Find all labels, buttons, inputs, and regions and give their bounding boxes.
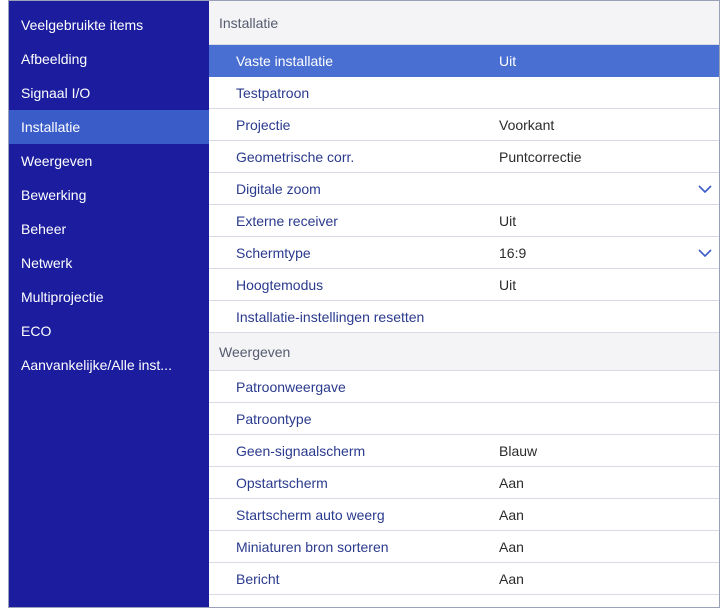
sidebar-item-installatie[interactable]: Installatie [9, 110, 209, 144]
sidebar-item-eco[interactable]: ECO [9, 314, 209, 348]
setting-label: Geometrische corr. [236, 149, 355, 165]
sidebar-item-afbeelding[interactable]: Afbeelding [9, 42, 209, 76]
sidebar-item-netwerk[interactable]: Netwerk [9, 246, 209, 280]
setting-row-vaste-installatie[interactable]: Vaste installatie Uit [209, 45, 719, 77]
sidebar: Veelgebruikte items Afbeelding Signaal I… [9, 1, 209, 607]
sidebar-item-bewerking[interactable]: Bewerking [9, 178, 209, 212]
setting-row-hoogtemodus[interactable]: Hoogtemodus Uit [209, 269, 719, 301]
setting-value: Uit [499, 277, 517, 293]
setting-value: Puntcorrectie [499, 149, 582, 165]
sidebar-item-multiprojectie[interactable]: Multiprojectie [9, 280, 209, 314]
setting-label: Vaste installatie [236, 53, 334, 69]
setting-row-installatie-instellingen-resetten[interactable]: Installatie-instellingen resetten [209, 301, 719, 333]
sidebar-item-weergeven[interactable]: Weergeven [9, 144, 209, 178]
setting-label: Schermtype [236, 245, 311, 261]
setting-row-opstartscherm[interactable]: Opstartscherm Aan [209, 467, 719, 499]
setting-label: Startscherm auto weerg [236, 507, 385, 523]
setting-label: Externe receiver [236, 213, 338, 229]
setting-label: Testpatroon [236, 85, 310, 101]
setting-row-digitale-zoom[interactable]: Digitale zoom [209, 173, 719, 205]
setting-label: Miniaturen bron sorteren [236, 539, 389, 555]
setting-label: Geen-signaalscherm [236, 443, 366, 459]
setting-value: Aan [499, 539, 524, 555]
setting-value: Uit [499, 53, 517, 69]
setting-label: Patroontype [236, 411, 312, 427]
setting-row-geometrische-corr[interactable]: Geometrische corr. Puntcorrectie [209, 141, 719, 173]
setting-label: Patroonweergave [236, 379, 346, 395]
setting-value: Aan [499, 507, 524, 523]
setting-value: Aan [499, 475, 524, 491]
sidebar-item-veelgebruikte-items[interactable]: Veelgebruikte items [9, 8, 209, 42]
setting-row-testpatroon[interactable]: Testpatroon [209, 77, 719, 109]
setting-value: Voorkant [499, 117, 555, 133]
setting-label: Projectie [236, 117, 291, 133]
setting-row-miniaturen-bron-sorteren[interactable]: Miniaturen bron sorteren Aan [209, 531, 719, 563]
setting-row-schermtype[interactable]: Schermtype 16:9 [209, 237, 719, 269]
sidebar-item-signaal-io[interactable]: Signaal I/O [9, 76, 209, 110]
setting-row-startscherm-auto-weerg[interactable]: Startscherm auto weerg Aan [209, 499, 719, 531]
setting-value: Aan [499, 571, 524, 587]
setting-row-patroonweergave[interactable]: Patroonweergave [209, 371, 719, 403]
settings-panel: Installatie Vaste installatie Uit Testpa… [209, 1, 719, 607]
setting-value: Uit [499, 213, 517, 229]
setting-label: Digitale zoom [236, 181, 321, 197]
section-header-weergeven: Weergeven [209, 333, 719, 371]
setting-label: Bericht [236, 571, 280, 587]
setting-row-projectie[interactable]: Projectie Voorkant [209, 109, 719, 141]
settings-window: Veelgebruikte items Afbeelding Signaal I… [8, 0, 720, 608]
sidebar-item-aanvankelijke-alle-instellingen[interactable]: Aanvankelijke/Alle inst... [9, 348, 209, 382]
section-header-installatie: Installatie [209, 1, 719, 45]
setting-value: 16:9 [499, 245, 527, 261]
setting-row-geen-signaalscherm[interactable]: Geen-signaalscherm Blauw [209, 435, 719, 467]
setting-label: Hoogtemodus [236, 277, 324, 293]
setting-label: Installatie-instellingen resetten [236, 309, 425, 325]
setting-label: Opstartscherm [236, 475, 328, 491]
setting-row-patroontype[interactable]: Patroontype [209, 403, 719, 435]
sidebar-item-beheer[interactable]: Beheer [9, 212, 209, 246]
chevron-down-icon[interactable] [697, 173, 713, 205]
setting-row-externe-receiver[interactable]: Externe receiver Uit [209, 205, 719, 237]
setting-row-bericht[interactable]: Bericht Aan [209, 563, 719, 595]
chevron-down-icon[interactable] [697, 237, 713, 269]
setting-value: Blauw [499, 443, 538, 459]
